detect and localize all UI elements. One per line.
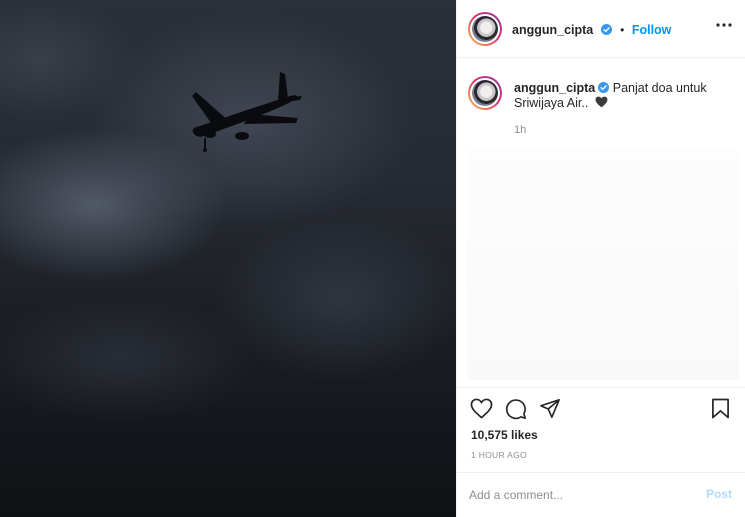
save-bookmark-icon[interactable] bbox=[711, 398, 730, 419]
header-author-line: anggun_cipta • Follow bbox=[512, 21, 671, 39]
author-avatar[interactable] bbox=[468, 12, 502, 46]
caption-author-avatar[interactable] bbox=[468, 76, 502, 110]
verified-badge-icon bbox=[598, 82, 610, 93]
like-heart-icon[interactable] bbox=[470, 398, 493, 419]
black-heart-icon bbox=[595, 96, 608, 108]
post-header: anggun_cipta • Follow bbox=[457, 0, 745, 58]
add-comment-bar: Post bbox=[457, 472, 745, 517]
caption-text: anggun_cipta Panjat doa untuk Sriwijaya … bbox=[514, 81, 734, 111]
share-send-icon[interactable] bbox=[539, 398, 561, 419]
post-time-ago: 1 HOUR AGO bbox=[471, 450, 527, 460]
verified-badge-icon bbox=[600, 24, 612, 35]
caption-author-username[interactable]: anggun_cipta bbox=[514, 81, 595, 95]
comment-input[interactable] bbox=[469, 485, 689, 505]
comments-list bbox=[467, 148, 739, 380]
author-username[interactable]: anggun_cipta bbox=[512, 23, 593, 37]
post-comment-button[interactable]: Post bbox=[706, 487, 732, 501]
airplane-silhouette bbox=[192, 72, 302, 152]
likes-count[interactable]: 10,575 likes bbox=[471, 428, 538, 442]
separator-dot: • bbox=[620, 23, 625, 37]
more-options-icon[interactable] bbox=[716, 22, 732, 28]
post-photo bbox=[0, 0, 456, 517]
post-side-panel: anggun_cipta • Follow anggun_cipta Panja… bbox=[456, 0, 745, 517]
follow-button[interactable]: Follow bbox=[632, 23, 672, 37]
caption-timestamp: 1h bbox=[514, 124, 527, 136]
post-actions: 10,575 likes 1 HOUR AGO bbox=[457, 387, 745, 475]
comment-bubble-icon[interactable] bbox=[505, 398, 527, 420]
